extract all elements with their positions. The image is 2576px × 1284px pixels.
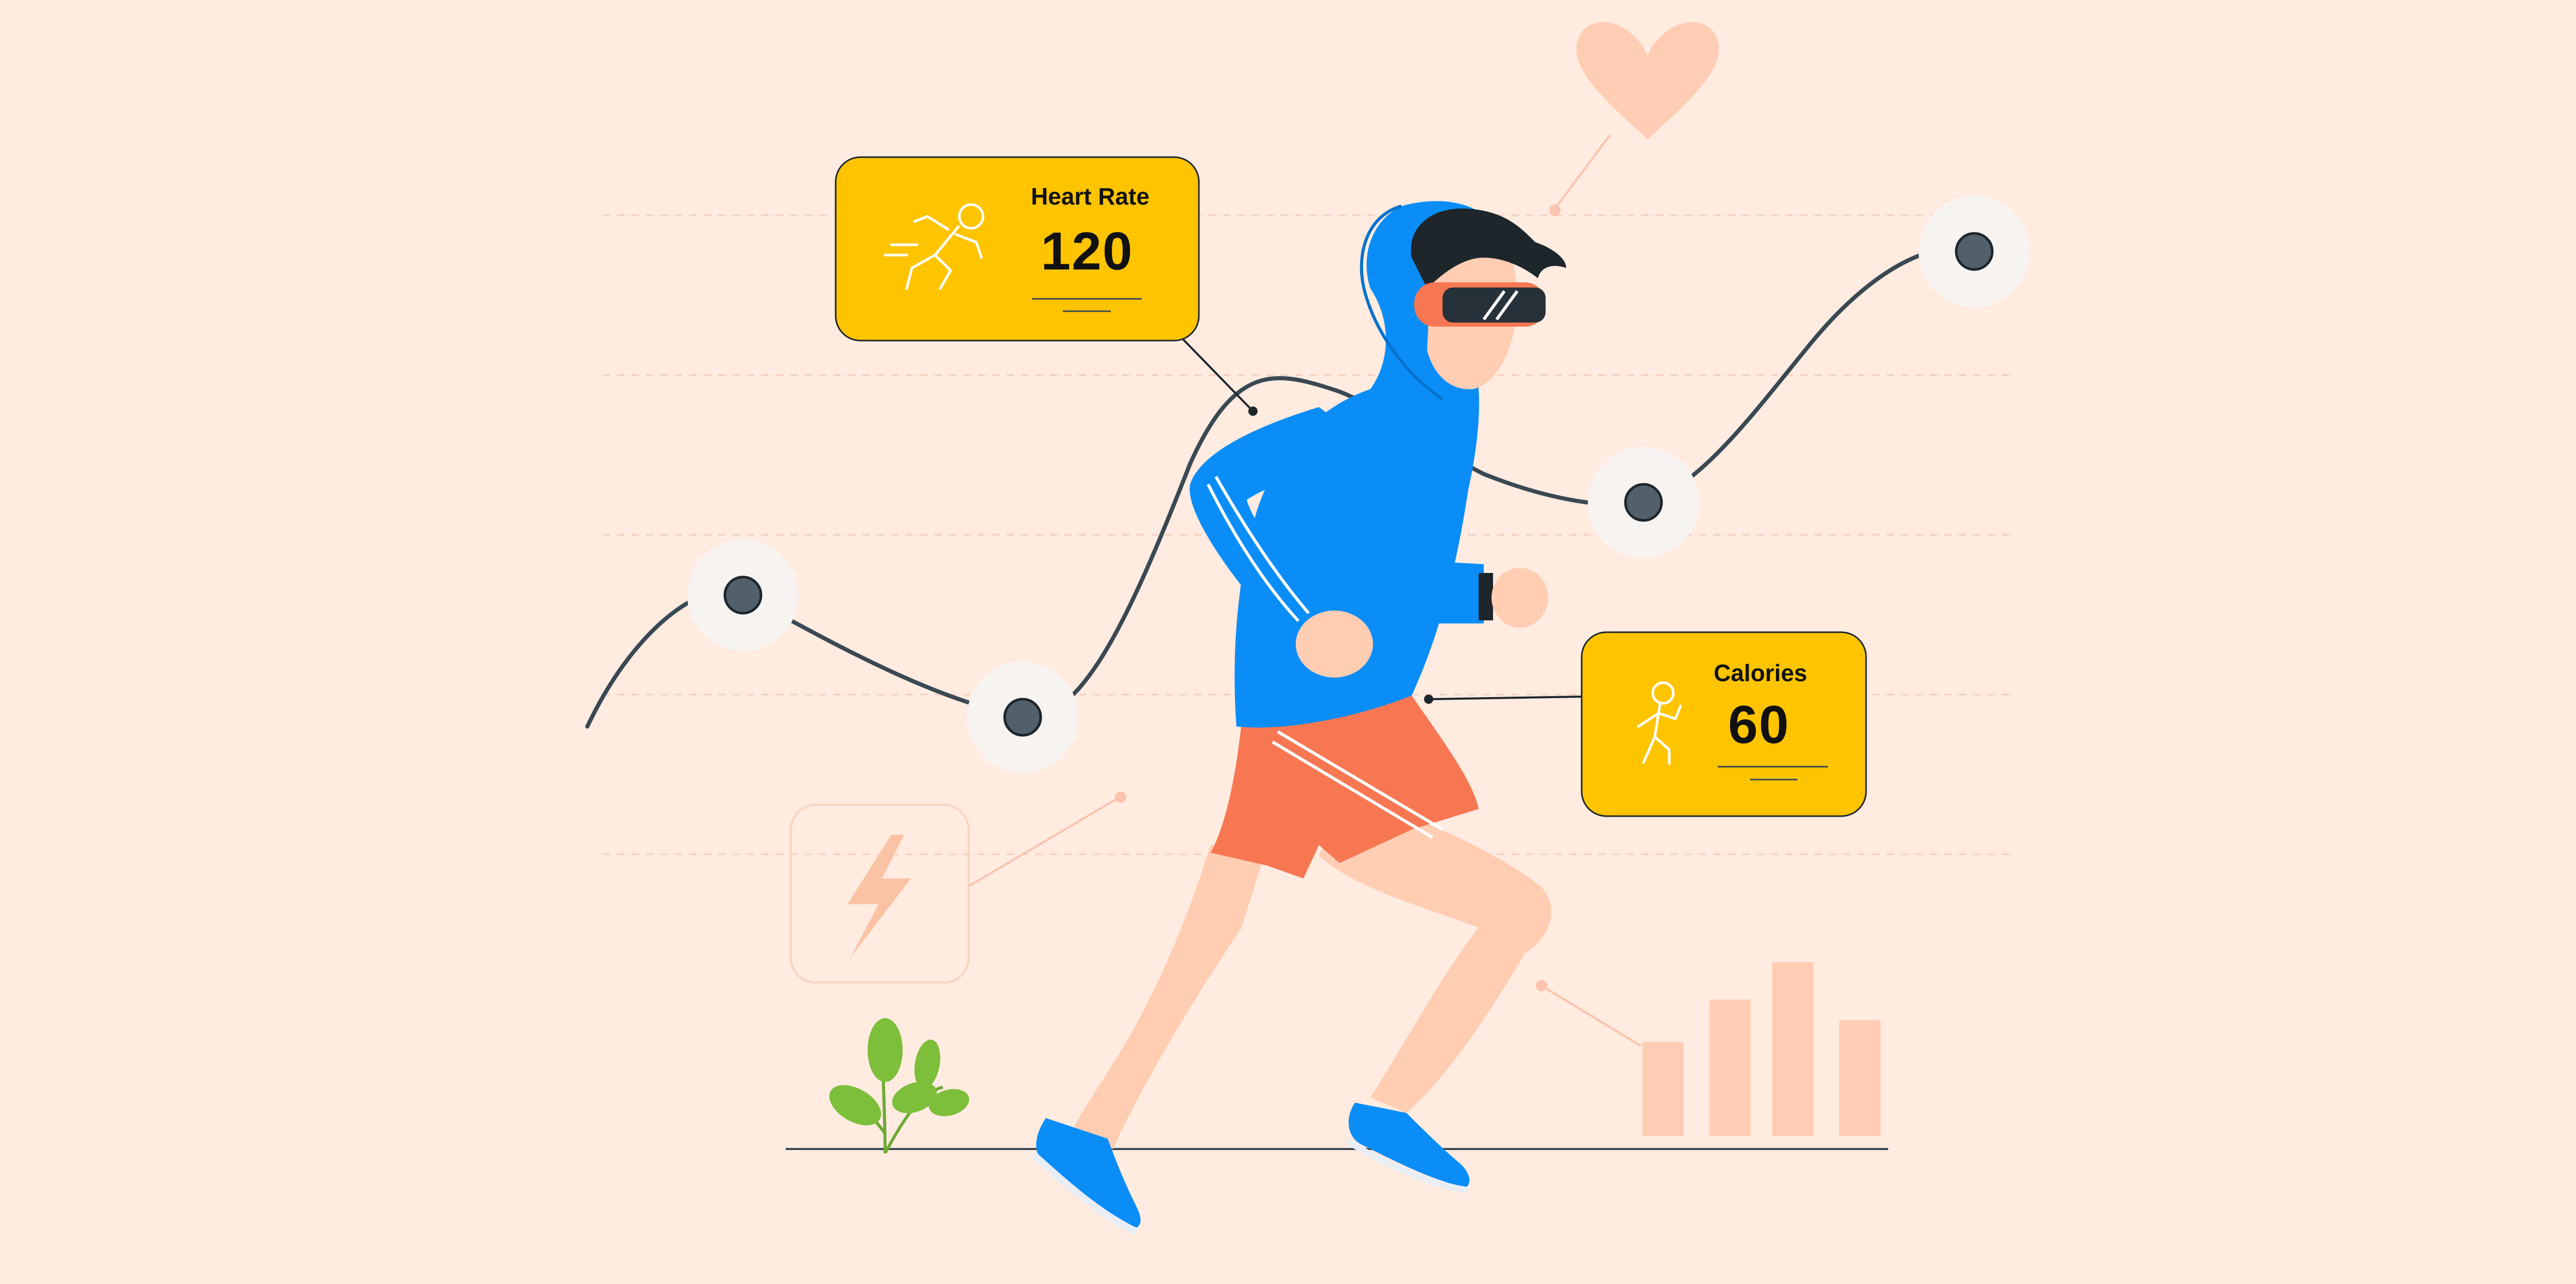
bar-chart-icon [1536,962,1880,1136]
heart-rate-card: Heart Rate 120 [835,156,1200,342]
heart-rate-value: 120 [1041,222,1133,281]
graph-point [687,539,799,651]
graph-point [1919,196,2030,307]
fitness-illustration: Heart Rate 120 Calories 60 [585,22,2030,1235]
graph-point [1588,447,1699,558]
calories-label: Calories [1714,660,1807,686]
calories-value: 60 [1728,695,1790,755]
graph-point [967,662,1078,773]
heart-icon [1549,22,1719,216]
runner [1030,201,1566,1235]
lightning-bolt-icon [790,791,1126,984]
calories-card: Calories 60 [1581,631,1867,817]
heart-rate-label: Heart Rate [1031,183,1149,210]
plant [829,1018,970,1154]
